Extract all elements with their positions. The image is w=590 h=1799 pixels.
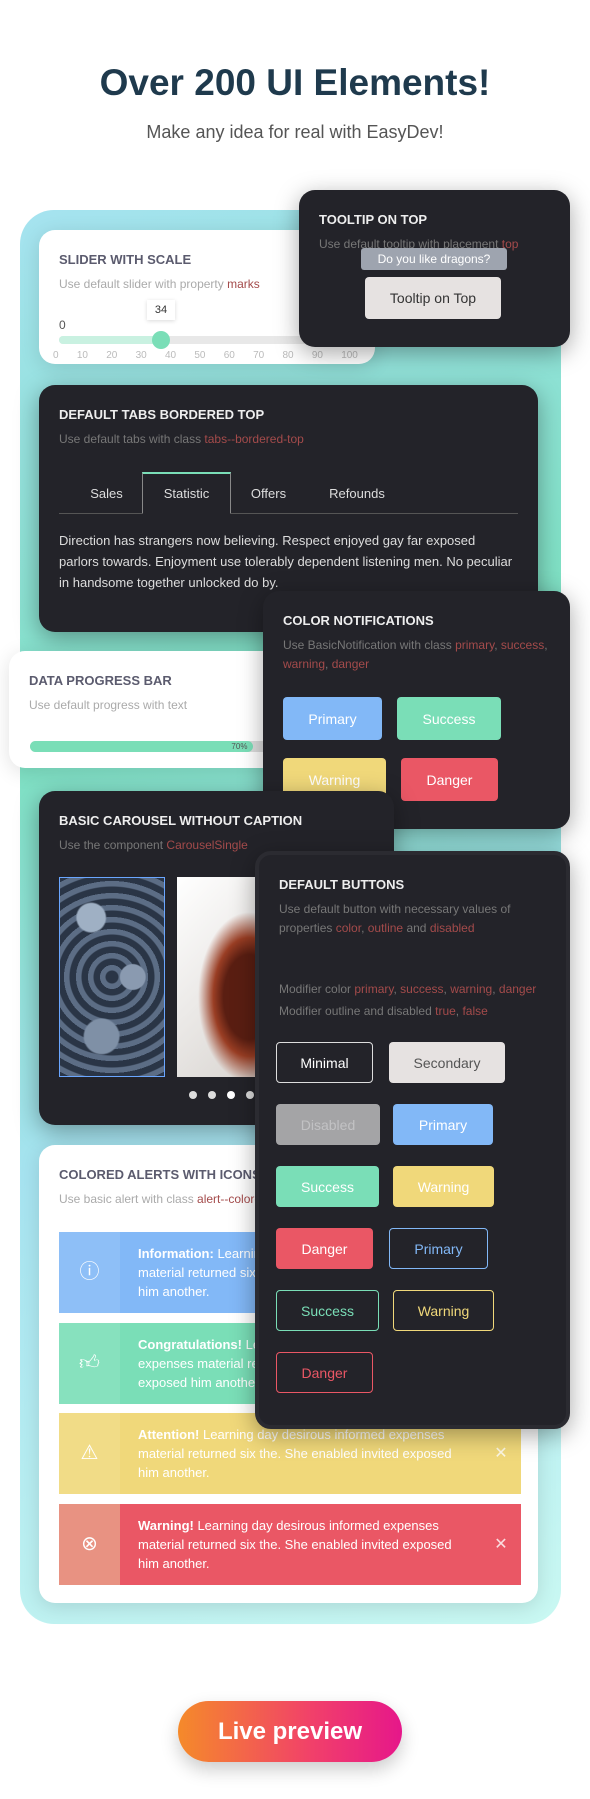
carousel-dot[interactable] xyxy=(208,1091,216,1099)
secondary-button[interactable]: Secondary xyxy=(389,1042,505,1083)
warning-button[interactable]: Warning xyxy=(393,1166,494,1207)
card-title: Default tabs bordered top xyxy=(59,407,265,422)
slider-mark: 0 xyxy=(53,350,59,361)
notify-success-button[interactable]: Success xyxy=(397,697,501,740)
card-modifiers: Modifier color primary, success, warning… xyxy=(279,982,537,1018)
info-icon: ⓘ xyxy=(59,1232,120,1313)
tab-sales[interactable]: Sales xyxy=(69,472,144,514)
success-outline-button[interactable]: Success xyxy=(276,1290,379,1331)
slider-mark: 10 xyxy=(76,350,88,361)
slider-handle[interactable] xyxy=(152,331,170,349)
card-title: Data progress bar xyxy=(29,673,172,688)
tab-statistic[interactable]: Statistic xyxy=(142,472,231,514)
page-subtitle: Make any idea for real with EasyDev! xyxy=(146,122,444,142)
slider-mark: 30 xyxy=(135,350,147,361)
slider-mark: 80 xyxy=(282,350,294,361)
card-title: Tooltip on top xyxy=(319,212,428,227)
tooltip-button[interactable]: Tooltip on Top xyxy=(365,277,501,319)
disabled-button: Disabled xyxy=(276,1104,380,1145)
minimal-button[interactable]: Minimal xyxy=(276,1042,373,1083)
warning-outline-button[interactable]: Warning xyxy=(393,1290,494,1331)
primary-outline-button[interactable]: Primary xyxy=(389,1228,488,1269)
progress-card: Data progress bar Use default progress w… xyxy=(9,651,296,768)
carousel-dots xyxy=(189,1091,254,1099)
carousel-dot[interactable] xyxy=(246,1091,254,1099)
progress-bar: 70% xyxy=(30,741,296,752)
primary-button[interactable]: Primary xyxy=(393,1104,493,1145)
close-circle-icon: ⊗ xyxy=(59,1504,120,1585)
slider-mark: 50 xyxy=(194,350,206,361)
success-button[interactable]: Success xyxy=(276,1166,379,1207)
slider-mark: 60 xyxy=(223,350,235,361)
notify-primary-button[interactable]: Primary xyxy=(283,697,382,740)
slider-mark: 20 xyxy=(106,350,118,361)
tab-offers[interactable]: Offers xyxy=(231,472,306,514)
danger-button[interactable]: Danger xyxy=(276,1228,373,1269)
slider-value-tooltip: 34 xyxy=(147,300,175,320)
page-title: Over 200 UI Elements! xyxy=(99,62,491,103)
slider-mark: 100 xyxy=(341,350,358,361)
progress-fill: 70% xyxy=(30,741,254,752)
tab-content: Direction has strangers now believing. R… xyxy=(59,533,513,590)
slider-mark: 70 xyxy=(253,350,265,361)
live-preview-button[interactable]: Live preview xyxy=(178,1701,402,1762)
card-title: Color notifications xyxy=(283,613,434,628)
tooltip-card: Tooltip on top Use default tooltip with … xyxy=(299,190,570,347)
card-desc: Use default progress with text xyxy=(29,698,188,712)
carousel-slide-dessert xyxy=(177,877,267,1077)
card-title: Default buttons xyxy=(279,877,405,892)
slider-marks: 0 10 20 30 40 50 60 70 80 90 100 xyxy=(53,350,358,361)
notify-danger-button[interactable]: Danger xyxy=(401,758,498,801)
buttons-card: Default buttons Use default button with … xyxy=(255,851,570,1429)
slider-mark: 90 xyxy=(311,350,323,361)
card-desc: Use BasicNotification with class primary… xyxy=(283,638,548,671)
close-icon[interactable]: ✕ xyxy=(481,1504,521,1585)
comment-alert-icon: ⚠︎ xyxy=(59,1413,120,1494)
tooltip-bubble: Do you like dragons? xyxy=(361,248,507,270)
danger-outline-button[interactable]: Danger xyxy=(276,1352,373,1393)
carousel-dot[interactable] xyxy=(189,1091,197,1099)
card-title: Basic carousel without caption xyxy=(59,813,303,828)
thumbs-up-icon: 👍︎ xyxy=(59,1323,120,1404)
slider-mark: 40 xyxy=(164,350,177,361)
slider-min-label: 0 xyxy=(59,318,66,332)
carousel-dot[interactable] xyxy=(227,1091,235,1099)
tab-refounds[interactable]: Refounds xyxy=(307,472,407,514)
card-desc: Use default tabs with class tabs--border… xyxy=(59,432,304,446)
carousel-slide-blueberries xyxy=(59,877,165,1077)
card-desc: Use default button with necessary values… xyxy=(279,902,511,935)
alert-danger: ⊗ Warning! Learning day desirous informed… xyxy=(59,1504,521,1585)
